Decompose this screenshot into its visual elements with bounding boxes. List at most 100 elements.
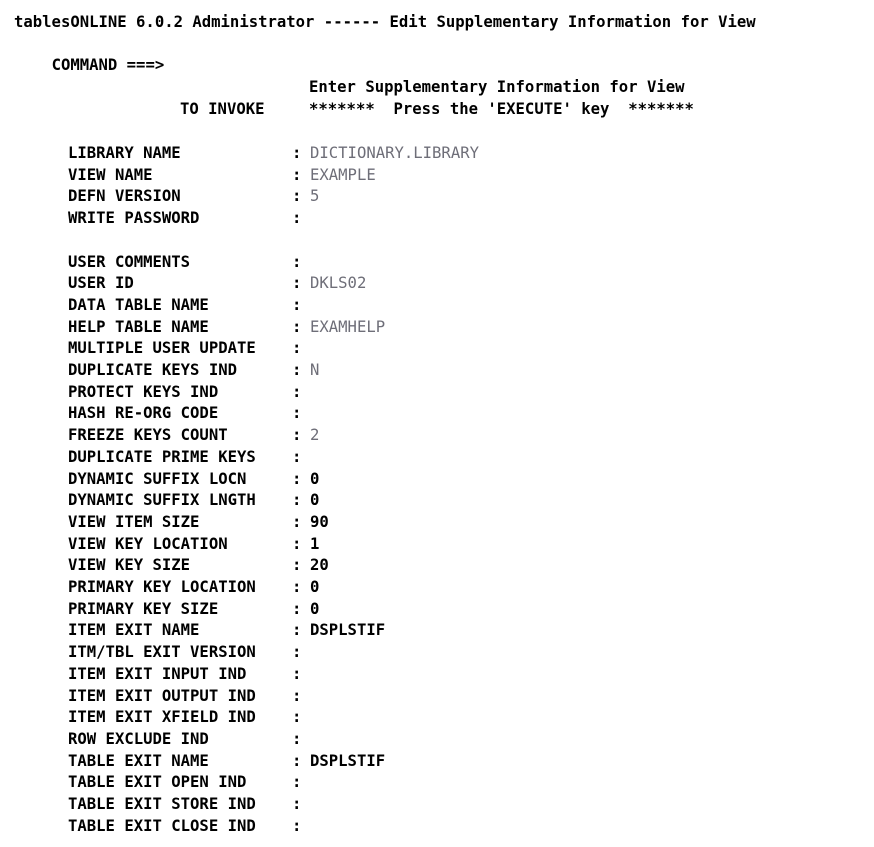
screen-title: tablesONLINE 6.0.2 Administrator ------ …	[14, 13, 756, 31]
field-row: DEFN VERSION:5	[0, 186, 874, 208]
field-separator-colon: :	[292, 361, 302, 379]
field-separator-colon: :	[292, 447, 302, 466]
terminal-screen: tablesONLINE 6.0.2 Administrator ------ …	[0, 0, 874, 847]
field-separator-colon: :	[292, 773, 302, 792]
execute-key-instruction: ******* Press the 'EXECUTE' key *******	[309, 100, 694, 118]
field-label: WRITE PASSWORD	[68, 209, 200, 228]
field-separator-colon: :	[292, 708, 302, 727]
field-value[interactable]: 20	[310, 555, 329, 577]
field-separator-colon: :	[292, 534, 302, 553]
field-value[interactable]: DSPLSTIF	[310, 620, 385, 642]
field-separator-colon: :	[292, 729, 302, 748]
field-label: DYNAMIC SUFFIX LNGTH	[68, 491, 256, 510]
field-label: HASH RE-ORG CODE	[68, 404, 219, 423]
field-label: ITEM EXIT INPUT IND	[68, 664, 247, 683]
field-label: ITEM EXIT XFIELD IND	[68, 708, 256, 727]
field-label: PRIMARY KEY LOCATION	[68, 578, 256, 596]
field-row: USER ID: DKLS02	[0, 273, 874, 295]
command-line[interactable]: COMMAND ===>	[14, 33, 165, 98]
field-label: ITEM EXIT NAME	[68, 621, 200, 640]
field-row: PROTECT KEYS IND:	[0, 382, 874, 404]
field-label: DEFN VERSION	[68, 187, 181, 206]
field-label: VIEW KEY LOCATION	[68, 534, 228, 553]
field-label: TABLE EXIT STORE IND	[68, 795, 256, 813]
field-row: TABLE EXIT CLOSE IND:	[0, 816, 874, 838]
field-label: VIEW NAME	[68, 165, 153, 184]
field-row: DUPLICATE KEYS IND: N	[0, 360, 874, 382]
field-separator-colon: :	[292, 144, 302, 162]
field-row: VIEW KEY SIZE:20	[0, 555, 874, 577]
field-row: HASH RE-ORG CODE:	[0, 403, 874, 425]
field-separator-colon: :	[292, 816, 302, 835]
field-label: HELP TABLE NAME	[68, 317, 209, 336]
field-row: ITEM EXIT OUTPUT IND:	[0, 686, 874, 708]
field-value[interactable]: 5	[310, 186, 319, 208]
field-value[interactable]: N	[310, 360, 319, 382]
field-value[interactable]: EXAMPLE	[310, 165, 376, 187]
field-value[interactable]: DSPLSTIF	[310, 751, 385, 773]
field-separator-colon: :	[292, 274, 302, 293]
field-row: WRITE PASSWORD:	[0, 208, 874, 230]
field-value[interactable]: 0	[310, 469, 319, 491]
field-label: TABLE EXIT CLOSE IND	[68, 816, 256, 835]
field-value[interactable]: 0	[310, 577, 319, 599]
field-separator-colon: :	[292, 664, 302, 683]
field-separator-colon: :	[292, 209, 302, 228]
field-separator-colon: :	[292, 578, 302, 596]
field-label: USER COMMENTS	[68, 252, 191, 271]
field-label: MULTIPLE USER UPDATE	[68, 339, 256, 358]
field-label: DUPLICATE PRIME KEYS	[68, 447, 256, 466]
field-value[interactable]: 90	[310, 512, 329, 534]
field-row: ITEM EXIT XFIELD IND:	[0, 707, 874, 729]
field-row: ITEM EXIT INPUT IND:	[0, 664, 874, 686]
field-separator-colon: :	[292, 686, 302, 705]
field-label: DATA TABLE NAME	[68, 295, 209, 314]
field-label: ITEM EXIT OUTPUT IND	[68, 686, 256, 705]
field-separator-colon: :	[292, 795, 302, 813]
field-value[interactable]: EXAMHELP	[310, 317, 385, 339]
field-row: FREEZE KEYS COUNT:2	[0, 425, 874, 447]
field-row: DATA TABLE NAME:	[0, 295, 874, 317]
field-label: DYNAMIC SUFFIX LOCN	[68, 469, 247, 488]
field-label: VIEW KEY SIZE	[68, 556, 191, 575]
field-separator-colon: :	[292, 339, 302, 358]
command-prompt-label: COMMAND ===>	[51, 55, 165, 74]
field-label: PRIMARY KEY SIZE	[68, 599, 219, 618]
field-row: DYNAMIC SUFFIX LOCN:0	[0, 469, 874, 491]
field-row: TABLE EXIT NAME: DSPLSTIF	[0, 751, 874, 773]
field-row: ROW EXCLUDE IND:	[0, 729, 874, 751]
banner-heading: Enter Supplementary Information for View	[309, 78, 685, 96]
field-separator-colon: :	[292, 404, 302, 423]
field-row: ITEM EXIT NAME: DSPLSTIF	[0, 620, 874, 642]
field-row: VIEW KEY LOCATION:1	[0, 534, 874, 556]
field-label: LIBRARY NAME	[68, 144, 181, 162]
field-separator-colon: :	[292, 426, 302, 445]
field-separator-colon: :	[292, 599, 302, 618]
field-row: DYNAMIC SUFFIX LNGTH:0	[0, 490, 874, 512]
field-separator-colon: :	[292, 252, 302, 271]
field-label: TABLE EXIT OPEN IND	[68, 773, 247, 792]
field-row: ITM/TBL EXIT VERSION:	[0, 642, 874, 664]
field-value[interactable]: 0	[310, 599, 319, 621]
field-row: TABLE EXIT OPEN IND:	[0, 772, 874, 794]
field-separator-colon: :	[292, 165, 302, 184]
field-separator-colon: :	[292, 643, 302, 662]
field-value[interactable]: 0	[310, 490, 319, 512]
field-label: PROTECT KEYS IND	[68, 382, 219, 401]
field-separator-colon: :	[292, 621, 302, 640]
field-separator-colon: :	[292, 512, 302, 531]
field-value[interactable]: 1	[310, 534, 319, 556]
field-row: USER COMMENTS:	[0, 252, 874, 274]
field-label: USER ID	[68, 274, 134, 293]
field-value[interactable]: DKLS02	[310, 273, 366, 295]
field-label: FREEZE KEYS COUNT	[68, 426, 228, 445]
field-label: ITM/TBL EXIT VERSION	[68, 643, 256, 662]
field-row: MULTIPLE USER UPDATE:	[0, 338, 874, 360]
field-separator-colon: :	[292, 295, 302, 314]
field-value[interactable]: 2	[310, 425, 319, 447]
field-separator-colon: :	[292, 187, 302, 206]
field-row: TABLE EXIT STORE IND:	[0, 794, 874, 816]
field-value[interactable]: DICTIONARY.LIBRARY	[310, 143, 479, 165]
field-row: VIEW ITEM SIZE:90	[0, 512, 874, 534]
field-separator-colon: :	[292, 751, 302, 770]
